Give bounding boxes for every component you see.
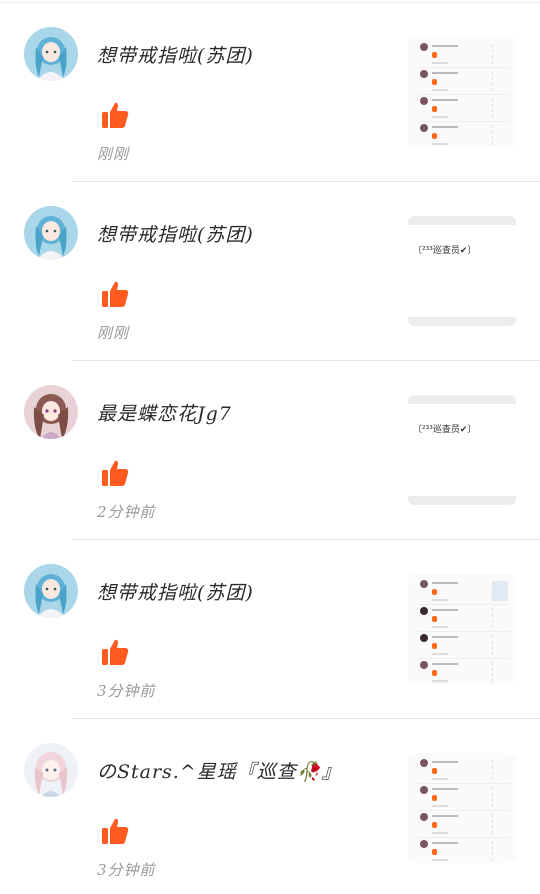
list-item[interactable]: 想带戒指啦(苏团) 3分钟前 xyxy=(0,540,540,719)
thumbnail-text: 〔²³³巡查员✔〕 xyxy=(413,425,477,435)
thumbnail-row xyxy=(418,577,510,605)
user-avatar[interactable] xyxy=(24,206,78,260)
thumbnail-row xyxy=(418,756,510,784)
list-item[interactable]: 最是蝶恋花Jg7 2分钟前 〔²³³巡查员✔〕 xyxy=(0,361,540,540)
username[interactable]: 想带戒指啦(苏团) xyxy=(97,41,254,68)
username[interactable]: 想带戒指啦(苏团) xyxy=(97,220,254,247)
thumbnail-row xyxy=(418,604,510,632)
user-avatar[interactable] xyxy=(24,743,78,797)
list-item[interactable]: のStars.^星瑶『巡查🥀』 3分钟前 xyxy=(0,719,540,894)
user-avatar[interactable] xyxy=(24,385,78,439)
thumbnail-bar xyxy=(408,395,516,404)
username[interactable]: 想带戒指啦(苏团) xyxy=(97,578,254,605)
thumbs-up-icon xyxy=(102,818,129,844)
thumbnail-bar xyxy=(408,216,516,225)
thumbnail-row xyxy=(418,121,510,147)
thumbnail-row xyxy=(418,658,510,684)
thumbnail-row xyxy=(418,94,510,122)
thumbnail-row xyxy=(418,837,510,863)
username[interactable]: のStars.^星瑶『巡查🥀』 xyxy=(97,757,341,784)
timestamp: 3分钟前 xyxy=(97,682,156,700)
post-thumbnail[interactable] xyxy=(408,753,516,863)
post-thumbnail[interactable]: 〔²³³巡查员✔〕 xyxy=(408,216,516,326)
list-item[interactable]: 想带戒指啦(苏团) 刚刚 〔²³³巡查员✔〕 xyxy=(0,182,540,361)
post-thumbnail[interactable] xyxy=(408,37,516,147)
thumbs-up-icon xyxy=(102,460,129,486)
thumbnail-row xyxy=(418,67,510,95)
user-avatar[interactable] xyxy=(24,27,78,81)
post-thumbnail[interactable]: 〔²³³巡查员✔〕 xyxy=(408,395,516,505)
thumbs-up-icon xyxy=(102,639,129,665)
timestamp: 3分钟前 xyxy=(97,861,156,879)
timestamp: 刚刚 xyxy=(97,145,130,163)
timestamp: 2分钟前 xyxy=(97,503,156,521)
thumbnail-text: 〔²³³巡查员✔〕 xyxy=(413,246,477,256)
thumbnail-row xyxy=(418,40,510,68)
list-item[interactable]: 想带戒指啦(苏团) 刚刚 xyxy=(0,3,540,182)
notification-list: 想带戒指啦(苏团) 刚刚 想带戒指啦(苏团) 刚刚 〔²³³巡查员✔〕 最是蝶恋… xyxy=(0,3,540,894)
thumbs-up-icon xyxy=(102,281,129,307)
post-thumbnail[interactable] xyxy=(408,574,516,684)
user-avatar[interactable] xyxy=(24,564,78,618)
timestamp: 刚刚 xyxy=(97,324,130,342)
thumbnail-row xyxy=(418,783,510,811)
thumbnail-row xyxy=(418,631,510,659)
thumbnail-bar xyxy=(408,496,516,505)
thumbs-up-icon xyxy=(102,102,129,128)
username[interactable]: 最是蝶恋花Jg7 xyxy=(97,399,232,426)
thumbnail-row xyxy=(418,810,510,838)
thumbnail-bar xyxy=(408,317,516,326)
